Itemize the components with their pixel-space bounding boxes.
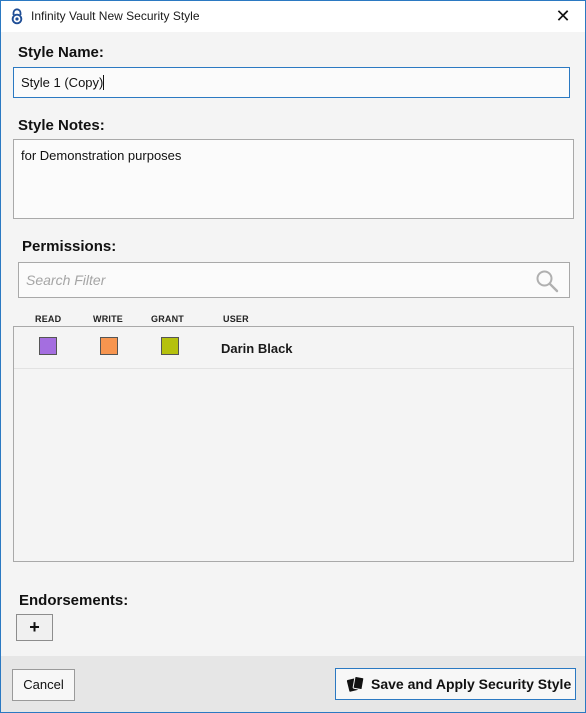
grant-permission-toggle[interactable] (161, 337, 179, 355)
window-title: Infinity Vault New Security Style (31, 9, 200, 23)
column-header-write: WRITE (93, 314, 123, 324)
search-icon[interactable] (535, 269, 559, 293)
style-notes-label: Style Notes: (18, 117, 105, 134)
style-name-value: Style 1 (Copy) (21, 75, 104, 90)
dialog-window: Infinity Vault New Security Style ✕ Styl… (0, 0, 586, 713)
footer-bar: Cancel Save and Apply Security Style (1, 656, 585, 712)
style-name-input[interactable]: Style 1 (Copy) (13, 67, 570, 98)
column-header-user: USER (223, 314, 249, 324)
permissions-label: Permissions: (22, 238, 117, 255)
search-placeholder: Search Filter (26, 272, 106, 288)
column-header-read: READ (35, 314, 62, 324)
permissions-list[interactable]: Darin Black (13, 326, 574, 562)
close-icon: ✕ (555, 6, 571, 26)
write-permission-toggle[interactable] (100, 337, 118, 355)
style-notes-value: for Demonstration purposes (21, 148, 182, 163)
read-permission-toggle[interactable] (39, 337, 57, 355)
search-input[interactable]: Search Filter (18, 262, 570, 298)
text-caret (103, 75, 105, 90)
permission-row[interactable]: Darin Black (14, 327, 573, 369)
user-name: Darin Black (221, 341, 293, 356)
cancel-button[interactable]: Cancel (12, 669, 75, 701)
save-apply-button[interactable]: Save and Apply Security Style (335, 668, 576, 700)
endorsements-label: Endorsements: (19, 592, 129, 609)
title-bar[interactable]: Infinity Vault New Security Style ✕ (1, 1, 585, 32)
cards-icon (346, 675, 365, 692)
column-header-grant: GRANT (151, 314, 184, 324)
save-apply-label: Save and Apply Security Style (371, 676, 572, 692)
style-name-label: Style Name: (18, 44, 104, 61)
close-button[interactable]: ✕ (549, 4, 577, 28)
add-endorsement-button[interactable]: + (16, 614, 53, 641)
lock-icon (11, 8, 23, 25)
style-notes-input[interactable]: for Demonstration purposes (13, 139, 574, 219)
